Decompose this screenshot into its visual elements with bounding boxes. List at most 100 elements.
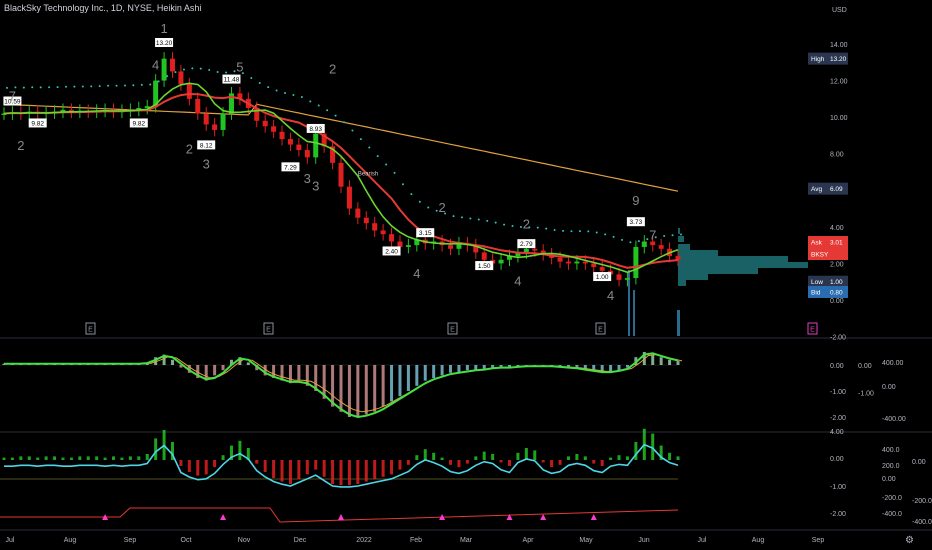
- trail-dot: [578, 230, 581, 233]
- osc1-histogram-bar: [449, 365, 453, 373]
- osc1-tick-label: -1.00: [830, 389, 846, 396]
- chart-canvas[interactable]: USD14.0012.0010.008.006.004.002.000.00-2…: [0, 0, 932, 550]
- wave-count-label: 4: [413, 266, 420, 281]
- trail-dot: [545, 227, 548, 230]
- bearish-label: Bearish: [358, 172, 378, 178]
- x-axis-label: Aug: [752, 537, 765, 544]
- trail-dot: [31, 86, 34, 89]
- osc1-histogram-bar: [171, 359, 174, 365]
- osc2-histogram-bar: [449, 460, 453, 465]
- osc2-histogram-bar: [69, 457, 73, 460]
- candle-body: [633, 246, 639, 279]
- trail-dot: [536, 226, 539, 229]
- osc2-histogram-bar: [676, 456, 680, 460]
- volume-profile-bar: [678, 228, 680, 234]
- trail-dot: [469, 217, 472, 220]
- osc1-histogram-bar: [221, 365, 225, 371]
- osc1-histogram-bar: [423, 365, 427, 381]
- osc2-histogram-bar: [482, 451, 486, 460]
- trail-dot: [427, 206, 430, 209]
- osc2-tick-label: -2.00: [830, 511, 846, 518]
- bid-tag-label: Bid: [811, 290, 821, 297]
- price-annotation: 9.82: [132, 120, 145, 127]
- trail-dot: [343, 121, 345, 124]
- low-tag-value: 1.00: [830, 279, 843, 286]
- volume-profile-bar: [678, 236, 684, 242]
- candle-body: [658, 245, 664, 249]
- candle-body: [372, 223, 378, 231]
- trail-dot: [595, 231, 598, 234]
- osc2-histogram-bar: [609, 457, 613, 460]
- osc2-histogram-bar: [516, 452, 520, 460]
- trail-dot: [494, 221, 497, 224]
- candle-body: [287, 139, 293, 145]
- osc2-histogram-bar: [575, 454, 579, 460]
- trail-dot: [334, 114, 337, 117]
- price-tick-label: 10.00: [830, 115, 848, 122]
- trail-dot: [132, 84, 135, 87]
- osc2-histogram-bar: [221, 455, 225, 460]
- osc2-histogram-bar: [423, 449, 427, 460]
- trail-dot: [225, 71, 228, 74]
- wave-count-label: 2: [438, 200, 445, 215]
- osc2-histogram-bar: [61, 457, 65, 460]
- osc2-histogram-bar: [19, 456, 23, 460]
- price-annotation: 8.12: [200, 142, 213, 149]
- price-tick-label: 2.00: [830, 261, 844, 268]
- osc1-histogram-bar: [381, 365, 385, 407]
- trail-dot: [191, 67, 194, 70]
- osc2-histogram-bar: [238, 440, 242, 460]
- trail-dot: [22, 86, 25, 89]
- x-axis-label: Jul: [698, 537, 707, 544]
- trail-dot: [452, 215, 455, 218]
- osc2-histogram-bar: [600, 460, 604, 466]
- osc2-histogram-bar: [44, 456, 48, 460]
- trail-dot: [174, 71, 177, 74]
- price-tick-label: 0.00: [830, 298, 844, 305]
- trail-dot: [199, 67, 202, 70]
- candle-body: [203, 113, 209, 125]
- trail-dot: [663, 235, 666, 237]
- candle-body: [195, 98, 201, 114]
- x-axis-label: 2022: [356, 537, 372, 544]
- wave-count-label: 2: [17, 138, 24, 153]
- price-tick-label: 8.00: [830, 152, 844, 159]
- osc2-histogram-bar: [381, 460, 385, 477]
- ask-tag-label: Ask: [811, 240, 823, 247]
- osc2-histogram-bar: [280, 460, 284, 482]
- candle-body: [582, 261, 588, 264]
- x-axis-label: Dec: [294, 537, 307, 544]
- osc2-histogram-bar: [213, 460, 217, 468]
- trail-dot: [250, 77, 253, 80]
- price-annotation: 2.40: [385, 248, 398, 255]
- currency-label: USD: [832, 7, 847, 14]
- trail-dot: [376, 155, 379, 158]
- x-axis-label: Feb: [410, 537, 422, 544]
- trail-dot: [621, 238, 624, 241]
- osc1-tick-label-2: -1.00: [858, 390, 874, 397]
- x-axis-label: Mar: [460, 537, 473, 544]
- osc2-histogram-bar: [541, 460, 545, 463]
- volume-profile-bar: [678, 274, 708, 280]
- trail-dot: [435, 209, 438, 212]
- price-tick-label: 12.00: [830, 79, 848, 86]
- osc2-triangle-marker: [540, 514, 547, 520]
- wave-count-label: 3: [304, 171, 311, 186]
- x-axis-label: Nov: [238, 537, 251, 544]
- osc2-histogram-bar: [651, 433, 655, 460]
- candle-body: [380, 230, 386, 235]
- x-axis-label: May: [579, 537, 593, 544]
- osc2-histogram-bar: [583, 456, 587, 460]
- trail-dot: [166, 75, 169, 78]
- osc2-histogram-bar: [406, 460, 410, 465]
- osc2-triangle-marker: [338, 514, 344, 520]
- bid-tag-value: 0.80: [830, 290, 843, 297]
- trail-dot: [553, 228, 556, 231]
- candle-body: [532, 248, 538, 251]
- osc2-histogram-bar: [263, 460, 267, 472]
- x-axis-label: Jun: [638, 537, 649, 544]
- trail-dot: [351, 129, 354, 132]
- wave-count-label: 4: [514, 273, 521, 288]
- trail-dot: [646, 238, 649, 241]
- ask-tag-value: 3.01: [830, 240, 843, 247]
